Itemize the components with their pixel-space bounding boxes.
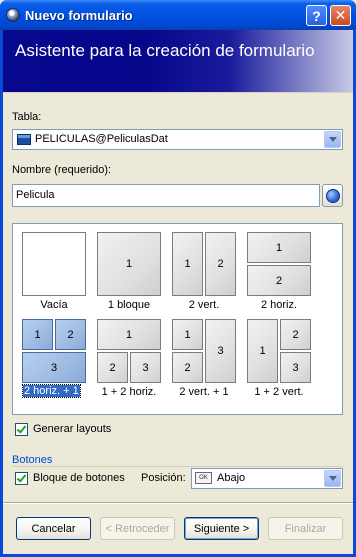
button-block-label: Bloque de botones	[33, 472, 125, 484]
layout-cell: 3	[280, 352, 311, 383]
table-select-value: PELICULAS@PeliculasDat	[35, 133, 168, 145]
buttons-group-title: Botones	[12, 454, 53, 466]
dialog-body: Asistente para la creación de formulario…	[3, 30, 353, 554]
window-title: Nuevo formulario	[25, 8, 133, 23]
position-dropdown-button[interactable]	[324, 470, 341, 487]
layout-cell: 1	[247, 232, 311, 263]
layout-cell: 1	[97, 232, 161, 296]
layout-caption: 1 + 2 horiz.	[101, 386, 157, 398]
layout-option-1-plus-2-vert[interactable]: 1 2 3 1 + 2 vert.	[247, 319, 311, 399]
chevron-down-icon	[328, 476, 337, 481]
check-icon	[16, 472, 27, 483]
table-label: Tabla:	[12, 111, 42, 123]
dialog-window: Nuevo formulario ? ✕ Asistente para la c…	[0, 0, 356, 557]
footer-separator	[3, 502, 353, 504]
app-icon	[6, 8, 20, 22]
generate-layouts-label: Generar layouts	[33, 423, 112, 435]
layout-cell: 3	[22, 352, 86, 383]
position-select[interactable]: OK Abajo	[191, 468, 343, 489]
banner-title: Asistente para la creación de formulario	[15, 41, 315, 60]
next-button[interactable]: Siguiente >	[184, 517, 259, 540]
layout-cell: 2	[55, 319, 86, 350]
layout-panel: Vacía 1 1 bloque 1 2 2 vert. 1 2 2 horiz…	[12, 223, 343, 415]
close-button[interactable]: ✕	[330, 5, 351, 26]
name-label: Nombre (requerido):	[12, 164, 112, 176]
layout-cell: 2	[172, 352, 203, 383]
position-label: Posición:	[141, 472, 186, 484]
group-divider	[12, 466, 343, 467]
layout-option-2-horiz[interactable]: 1 2 2 horiz.	[247, 232, 311, 312]
layout-cell: 3	[130, 352, 161, 383]
layout-caption: 2 horiz.	[260, 299, 298, 311]
button-icon: OK	[195, 472, 212, 484]
layout-option-1-plus-2-horiz[interactable]: 1 2 3 1 + 2 horiz.	[97, 319, 161, 399]
check-icon	[16, 423, 27, 434]
layout-caption: 2 vert. + 1	[179, 386, 229, 398]
cancel-button[interactable]: Cancelar	[16, 517, 91, 540]
globe-icon	[325, 188, 340, 203]
layout-option-2-vert-plus-1[interactable]: 1 2 3 2 vert. + 1	[172, 319, 236, 399]
layout-caption: 1 + 2 vert.	[254, 386, 304, 398]
layout-cell: 1	[97, 319, 161, 350]
layout-cell: 2	[97, 352, 128, 383]
layout-cell: 3	[205, 319, 236, 383]
position-select-value: Abajo	[217, 472, 246, 484]
layout-cell: 2	[280, 319, 311, 350]
layout-option-1-block[interactable]: 1 1 bloque	[97, 232, 161, 312]
layout-caption: Vacía	[40, 299, 68, 311]
layout-cell: 1	[22, 319, 53, 350]
layout-caption: 1 bloque	[107, 299, 151, 311]
help-button[interactable]: ?	[306, 5, 327, 26]
name-input[interactable]: Pelicula	[12, 184, 320, 207]
table-icon	[17, 134, 31, 145]
title-bar[interactable]: Nuevo formulario ? ✕	[0, 0, 356, 30]
layout-cell: 2	[205, 232, 236, 296]
button-block-checkbox[interactable]	[15, 472, 28, 485]
finish-button[interactable]: Finalizar	[268, 517, 343, 540]
table-dropdown-button[interactable]	[324, 131, 341, 148]
back-button[interactable]: < Retroceder	[100, 517, 175, 540]
chevron-down-icon	[328, 137, 337, 142]
layout-caption: 2 vert.	[188, 299, 220, 311]
generate-layouts-checkbox[interactable]	[15, 423, 28, 436]
layout-option-2-vert[interactable]: 1 2 2 vert.	[172, 232, 236, 312]
table-select[interactable]: PELICULAS@PeliculasDat	[12, 129, 343, 150]
layout-cell: 2	[247, 265, 311, 296]
layout-option-empty[interactable]: Vacía	[22, 232, 86, 312]
layout-cell: 1	[172, 232, 203, 296]
layout-caption-selected: 2 horiz. + 1	[22, 384, 81, 398]
layout-option-2-horiz-plus-1[interactable]: 1 2 3 2 horiz. + 1	[22, 319, 86, 399]
wizard-banner: Asistente para la creación de formulario	[3, 30, 353, 93]
layout-cell: 1	[172, 319, 203, 350]
name-options-button[interactable]	[322, 184, 343, 207]
layout-thumbnail	[22, 232, 86, 296]
layout-cell: 1	[247, 319, 278, 383]
